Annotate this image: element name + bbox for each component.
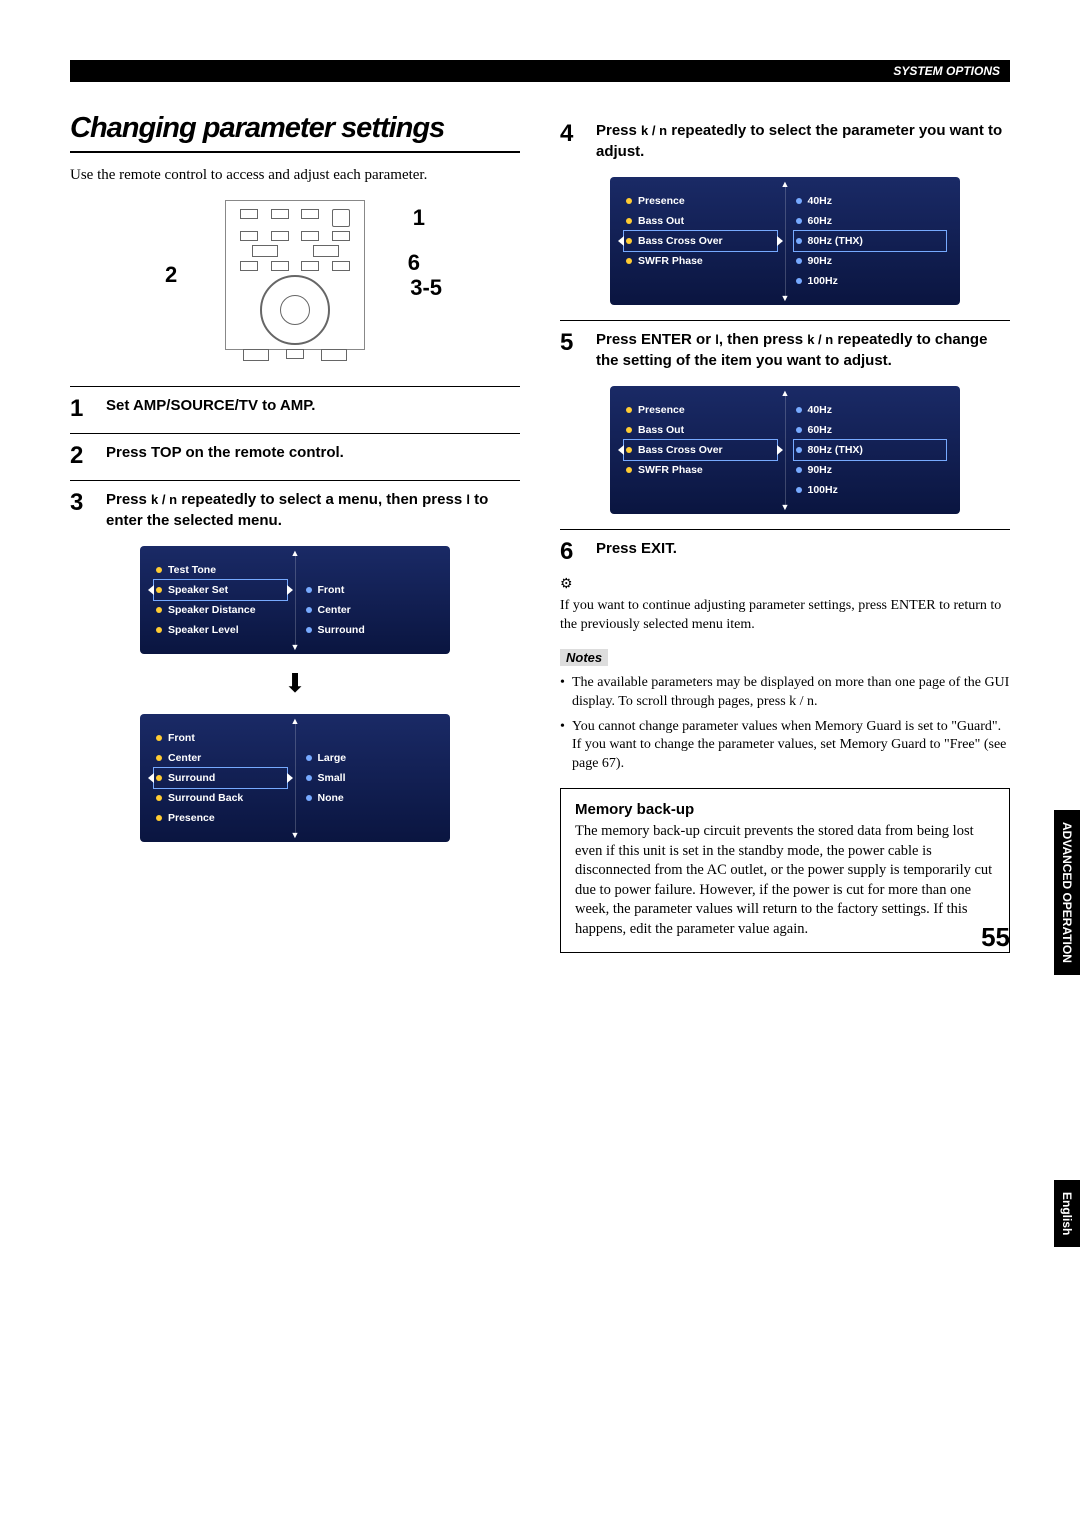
left-column: Changing parameter settings Use the remo… — [70, 112, 520, 953]
side-tab-advanced: ADVANCED OPERATION — [1054, 810, 1080, 975]
remote-dpad — [260, 275, 330, 345]
step-text: Press EXIT. — [596, 538, 1010, 566]
step-2: 2 Press TOP on the remote control. — [70, 433, 520, 470]
gui-option-selected: 80Hz (THX) — [794, 231, 947, 251]
side-tab-english: English — [1054, 1180, 1080, 1247]
section-label: SYSTEM OPTIONS — [893, 60, 1000, 82]
gui-option: 90Hz — [794, 251, 947, 271]
gui-option: 40Hz — [794, 191, 947, 211]
gui-item-selected: Bass Cross Over — [624, 440, 777, 460]
step-5: 5 Press ENTER or l, then press k / n rep… — [560, 320, 1010, 371]
step-number: 6 — [560, 538, 596, 566]
gui-item: Presence — [624, 400, 777, 420]
step-number: 5 — [560, 329, 596, 371]
gui-item: Presence — [624, 191, 777, 211]
gui-item: Speaker Level — [154, 620, 287, 640]
callout-3-5: 3-5 — [410, 275, 442, 301]
step-text: Press ENTER or l, then press k / n repea… — [596, 329, 1010, 371]
gui-option: 90Hz — [794, 460, 947, 480]
gui-screen-2: ▲ Front Center Surround Surround Back Pr… — [140, 714, 450, 842]
scroll-down-icon: ▼ — [291, 830, 300, 840]
notes-list: The available parameters may be displaye… — [560, 674, 1010, 774]
gui-option: Surround — [304, 620, 437, 640]
header-bar: SYSTEM OPTIONS — [70, 60, 1010, 82]
right-column: 4 Press k / n repeatedly to select the p… — [560, 112, 1010, 953]
step-number: 2 — [70, 442, 106, 470]
step-number: 3 — [70, 489, 106, 531]
step-4: 4 Press k / n repeatedly to select the p… — [560, 112, 1010, 162]
remote-illustration: 1 2 6 3-5 — [70, 200, 520, 366]
gui-option: 60Hz — [794, 420, 947, 440]
gui-option: None — [304, 788, 437, 808]
gui-item-selected: Speaker Set — [154, 580, 287, 600]
gui-option: Large — [304, 748, 437, 768]
down-arrow-icon: ⬇ — [70, 669, 520, 699]
step-text: Set AMP/SOURCE/TV to AMP. — [106, 395, 520, 423]
scroll-down-icon: ▼ — [291, 642, 300, 652]
gui-item: Surround Back — [154, 788, 287, 808]
gui-item: Front — [154, 728, 287, 748]
gui-option: 60Hz — [794, 211, 947, 231]
notes-label: Notes — [560, 649, 608, 666]
gui-item: Bass Out — [624, 211, 777, 231]
gui-option: 100Hz — [794, 480, 947, 500]
step-number: 4 — [560, 120, 596, 162]
step-text: Press TOP on the remote control. — [106, 442, 520, 470]
gui-option: Center — [304, 600, 437, 620]
scroll-down-icon: ▼ — [781, 293, 790, 303]
step-text: Press k / n repeatedly to select the par… — [596, 120, 1010, 162]
gui-option: Front — [304, 580, 437, 600]
gui-screen-4: ▲ Presence Bass Out Bass Cross Over SWFR… — [610, 386, 960, 514]
box-body: The memory back-up circuit prevents the … — [575, 822, 995, 939]
callout-6: 6 — [408, 250, 420, 276]
intro-text: Use the remote control to access and adj… — [70, 165, 520, 185]
scroll-down-icon: ▼ — [781, 502, 790, 512]
gui-option: Small — [304, 768, 437, 788]
gui-item: Speaker Distance — [154, 600, 287, 620]
gui-item-selected: Bass Cross Over — [624, 231, 777, 251]
content-columns: Changing parameter settings Use the remo… — [70, 112, 1010, 953]
page-number: 55 — [981, 922, 1010, 953]
gui-item: SWFR Phase — [624, 251, 777, 271]
gui-item: Test Tone — [154, 560, 287, 580]
note-item: You cannot change parameter values when … — [560, 718, 1010, 775]
gui-item: Bass Out — [624, 420, 777, 440]
callout-2: 2 — [165, 262, 177, 288]
note-item: The available parameters may be displaye… — [560, 674, 1010, 712]
step-6: 6 Press EXIT. — [560, 529, 1010, 566]
gui-screen-1: ▲ Test Tone Speaker Set Speaker Distance… — [140, 546, 450, 654]
gui-option: 100Hz — [794, 271, 947, 291]
triangle-up-down-icon: k / n — [807, 332, 833, 347]
gui-screen-3: ▲ Presence Bass Out Bass Cross Over SWFR… — [610, 177, 960, 305]
triangle-up-down-icon: k / n — [641, 123, 667, 138]
remote-body — [225, 200, 365, 350]
step-number: 1 — [70, 395, 106, 423]
page-title: Changing parameter settings — [70, 112, 520, 153]
gui-item-selected: Surround — [154, 768, 287, 788]
page: SYSTEM OPTIONS Changing parameter settin… — [0, 0, 1080, 993]
gui-item: SWFR Phase — [624, 460, 777, 480]
gui-item: Center — [154, 748, 287, 768]
callout-1: 1 — [413, 205, 425, 231]
step-3: 3 Press k / n repeatedly to select a men… — [70, 480, 520, 531]
tip-icon: ⚙ — [560, 576, 1010, 593]
gui-option: 40Hz — [794, 400, 947, 420]
tip-text: If you want to continue adjusting parame… — [560, 597, 1010, 635]
box-title: Memory back-up — [575, 801, 995, 818]
step-1: 1 Set AMP/SOURCE/TV to AMP. — [70, 386, 520, 423]
gui-option-selected: 80Hz (THX) — [794, 440, 947, 460]
triangle-up-down-icon: k / n — [151, 492, 177, 507]
step-text: Press k / n repeatedly to select a menu,… — [106, 489, 520, 531]
memory-backup-box: Memory back-up The memory back-up circui… — [560, 788, 1010, 952]
gui-item: Presence — [154, 808, 287, 828]
